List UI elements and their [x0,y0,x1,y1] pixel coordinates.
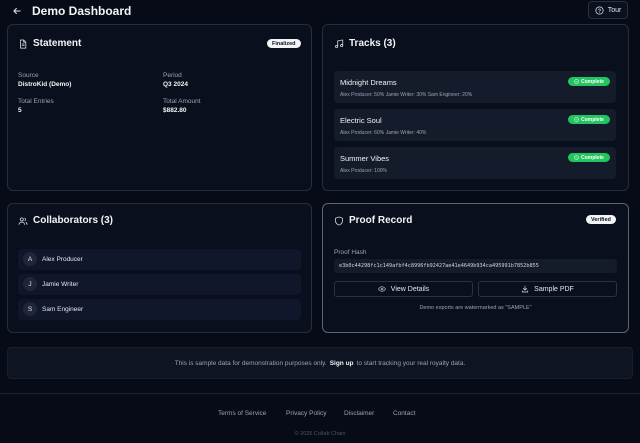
statement-title-text: Statement [33,38,82,49]
track-splits: Alex Producer: 50% Jamie Writer: 30% Sam… [340,92,473,98]
tour-button[interactable]: Tour [588,1,628,19]
banner-prefix: This is sample data for demonstration pu… [174,359,327,367]
total-entries-value: 5 [18,107,22,114]
users-icon [18,217,28,225]
source-label: Source [18,72,39,79]
period-value: Q3 2024 [163,81,188,88]
collaborator-item[interactable]: A Alex Producer [18,249,301,270]
period-label: Period [163,72,182,79]
collaborator-item[interactable]: J Jamie Writer [18,274,301,295]
banner-suffix: to start tracking your real royalty data… [356,359,466,367]
complete-badge: Complete [568,77,610,86]
contact-link[interactable]: Contact [393,410,415,417]
shield-icon [335,216,343,225]
track-name: Electric Soul [340,116,382,125]
verified-badge: Verified [586,215,616,224]
music-note-icon [335,39,344,48]
copyright: © 2026 Collab Chain [294,431,346,437]
collaborator-name: Jamie Writer [42,281,79,288]
finalized-badge: Finalized [267,39,301,48]
tracks-title: Tracks (3) [334,38,396,49]
complete-label: Complete [581,78,604,85]
back-arrow-icon[interactable] [9,3,25,19]
view-details-button[interactable]: View Details [334,281,473,297]
complete-badge: Complete [568,153,610,162]
proof-record-title: Proof Record [334,215,412,226]
sample-pdf-button[interactable]: Sample PDF [478,281,617,297]
proof-record-title-text: Proof Record [349,215,413,226]
tracks-title-text: Tracks (3) [349,38,396,49]
sign-up-link[interactable]: Sign up [330,360,354,367]
footer-divider [0,393,640,394]
complete-badge: Complete [568,115,610,124]
avatar: A [23,252,37,266]
tour-label: Tour [607,6,622,14]
collaborator-item[interactable]: S Sam Engineer [18,299,301,320]
track-name: Summer Vibes [340,154,390,163]
download-icon [522,285,529,293]
track-name: Midnight Dreams [340,78,397,87]
proof-hash-label: Proof Hash [334,249,367,256]
sample-data-banner: This is sample data for demonstration pu… [7,347,633,379]
watermark-note: Demo exports are watermarked as "SAMPLE" [419,305,532,311]
document-icon [20,39,27,48]
eye-icon [377,286,386,292]
page-title: Demo Dashboard [32,4,132,18]
check-circle-icon [574,117,579,122]
source-value: DistroKid (Demo) [18,81,72,88]
collaborator-name: Alex Producer [42,256,83,263]
view-details-label: View Details [390,285,430,293]
statement-title: Statement [18,38,81,49]
track-splits: Alex Producer: 60% Jamie Writer: 40% [340,130,427,136]
complete-label: Complete [581,154,604,161]
collaborators-title: Collaborators (3) [18,215,113,226]
check-circle-icon [574,79,579,84]
check-circle-icon [574,155,579,160]
top-bar: Demo Dashboard Tour [0,0,640,24]
help-circle-icon [595,5,604,15]
proof-hash-value: e3b0c44298fc1c149afbf4c8996fb92427ae41e4… [334,259,617,273]
avatar: J [23,277,37,291]
privacy-link[interactable]: Privacy Policy [286,410,326,417]
collaborator-name: Sam Engineer [42,306,84,313]
track-item[interactable]: Summer Vibes Alex Producer: 100% Complet… [334,147,616,179]
total-entries-label: Total Entries [18,98,54,105]
sample-pdf-label: Sample PDF [534,285,574,293]
track-item[interactable]: Midnight Dreams Alex Producer: 50% Jamie… [334,71,616,103]
total-amount-value: $882.80 [163,107,187,114]
statement-card [7,24,312,191]
complete-label: Complete [581,116,604,123]
track-item[interactable]: Electric Soul Alex Producer: 60% Jamie W… [334,109,616,141]
total-amount-label: Total Amount [163,98,201,105]
collaborators-title-text: Collaborators (3) [33,215,114,226]
disclaimer-link[interactable]: Disclaimer [344,410,374,417]
track-splits: Alex Producer: 100% [340,168,387,174]
avatar: S [23,302,37,316]
terms-link[interactable]: Terms of Service [218,410,266,417]
